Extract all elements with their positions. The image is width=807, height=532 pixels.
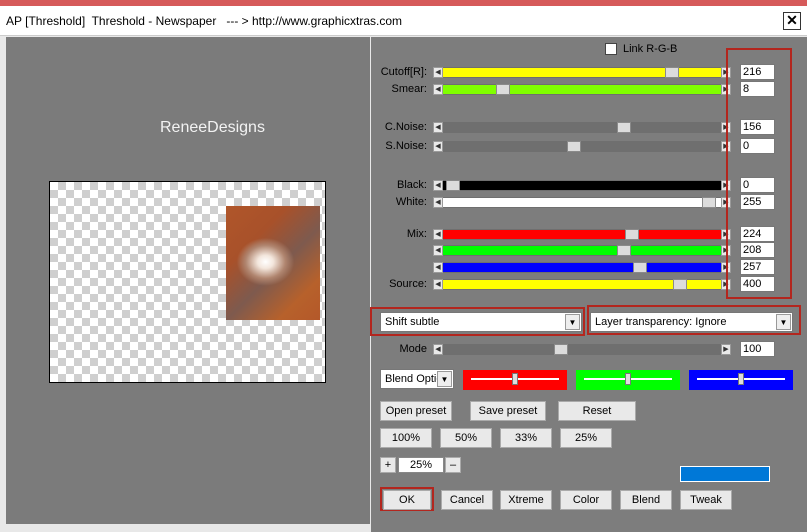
mode-label: Mode: [399, 343, 427, 355]
color-button[interactable]: Color: [560, 490, 612, 510]
preview-image: [226, 206, 320, 320]
slider-track: [443, 123, 721, 132]
mode-thumb[interactable]: [554, 344, 568, 355]
slider-thumb[interactable]: [617, 245, 631, 256]
slider-label-1: Smear:: [391, 83, 427, 95]
arrow-left-icon[interactable]: ◀: [433, 197, 443, 208]
slider-thumb[interactable]: [673, 279, 687, 290]
chevron-down-icon: ▼: [565, 314, 580, 330]
tweak-button[interactable]: Tweak: [680, 490, 732, 510]
rgb-slider-knob[interactable]: [512, 373, 518, 385]
brand-text: ReneeDesigns: [160, 119, 265, 136]
slider-track: [443, 198, 721, 207]
mode-select-value: Shift subtle: [385, 316, 440, 328]
slider-thumb[interactable]: [625, 229, 639, 240]
arrow-left-icon[interactable]: ◀: [433, 245, 443, 256]
save-preset-button[interactable]: Save preset: [470, 401, 546, 421]
slider-7[interactable]: ◀ ▶: [433, 245, 731, 256]
slider-0[interactable]: ◀ ▶: [433, 67, 731, 78]
slider-thumb[interactable]: [567, 141, 581, 152]
slider-label-9: Source:: [389, 278, 427, 290]
blend-select-value: Blend Optio: [385, 373, 443, 385]
link-rgb-checkbox[interactable]: [605, 43, 617, 55]
slider-6[interactable]: ◀ ▶: [433, 229, 731, 240]
slider-thumb[interactable]: [617, 122, 631, 133]
link-rgb-label: Link R-G-B: [623, 43, 678, 55]
slider-2[interactable]: ◀ ▶: [433, 122, 731, 133]
slider-track: [443, 246, 721, 255]
zoom-100-button[interactable]: 100%: [380, 428, 432, 448]
mode-select[interactable]: Shift subtle ▼: [380, 312, 582, 332]
open-preset-button[interactable]: Open preset: [380, 401, 452, 421]
arrow-left-icon[interactable]: ◀: [433, 141, 443, 152]
mode-value[interactable]: 100: [740, 341, 775, 357]
slider-label-5: White:: [395, 196, 427, 208]
reset-button[interactable]: Reset: [558, 401, 636, 421]
title-bar: AP [Threshold] Threshold - Newspaper ---…: [0, 6, 807, 36]
zoom-33-button[interactable]: 33%: [500, 428, 552, 448]
arrow-left-icon[interactable]: ◀: [433, 122, 443, 133]
rgb-slider-knob[interactable]: [738, 373, 744, 385]
zoom-out-button[interactable]: –: [445, 457, 461, 473]
slider-thumb[interactable]: [633, 262, 647, 273]
slider-label-2: C.Noise:: [384, 121, 427, 133]
slider-5[interactable]: ◀ ▶: [433, 197, 731, 208]
zoom-in-button[interactable]: +: [380, 457, 396, 473]
chevron-down-icon: ▼: [437, 371, 452, 387]
zoom-50-button[interactable]: 50%: [440, 428, 492, 448]
arrow-left-icon[interactable]: ◀: [433, 279, 443, 290]
blend-button[interactable]: Blend: [620, 490, 672, 510]
cancel-button[interactable]: Cancel: [441, 490, 493, 510]
values-highlight: [726, 48, 792, 299]
slider-track: [443, 142, 721, 151]
rgb-slider-1[interactable]: [576, 370, 680, 390]
arrow-left-icon[interactable]: ◀: [433, 180, 443, 191]
slider-8[interactable]: ◀ ▶: [433, 262, 731, 273]
arrow-left-icon[interactable]: ◀: [433, 262, 443, 273]
arrow-right-icon[interactable]: ▶: [721, 344, 731, 355]
window-title: AP [Threshold] Threshold - Newspaper ---…: [6, 14, 403, 28]
slider-thumb[interactable]: [702, 197, 716, 208]
close-icon: ✕: [786, 12, 798, 28]
slider-label-4: Black:: [397, 179, 427, 191]
arrow-left-icon[interactable]: ◀: [433, 67, 443, 78]
slider-track: [443, 85, 721, 94]
progress-bar: [680, 466, 770, 482]
arrow-left-icon[interactable]: ◀: [433, 84, 443, 95]
rgb-slider-knob[interactable]: [625, 373, 631, 385]
slider-track: [443, 230, 721, 239]
slider-4[interactable]: ◀ ▶: [433, 180, 731, 191]
blend-options-select[interactable]: Blend Optio ▼: [380, 369, 454, 389]
mode-slider[interactable]: ◀ ▶: [433, 344, 731, 355]
xtreme-button[interactable]: Xtreme: [500, 490, 552, 510]
arrow-left-icon[interactable]: ◀: [433, 344, 443, 355]
zoom-value: 25%: [398, 457, 444, 473]
zoom-25-button[interactable]: 25%: [560, 428, 612, 448]
rgb-slider-0[interactable]: [463, 370, 567, 390]
close-button[interactable]: ✕: [783, 12, 801, 30]
slider-label-0: Cutoff[R]:: [380, 66, 427, 78]
slider-3[interactable]: ◀ ▶: [433, 141, 731, 152]
slider-track: [443, 181, 721, 190]
rgb-slider-2[interactable]: [689, 370, 793, 390]
ok-button[interactable]: OK: [383, 490, 431, 510]
slider-track: [443, 263, 721, 272]
preview-canvas[interactable]: [49, 181, 326, 383]
slider-thumb[interactable]: [665, 67, 679, 78]
slider-track: [443, 68, 721, 77]
chevron-down-icon: ▼: [776, 314, 791, 330]
slider-thumb[interactable]: [446, 180, 460, 191]
slider-label-6: Mix:: [406, 228, 427, 240]
arrow-left-icon[interactable]: ◀: [433, 229, 443, 240]
slider-thumb[interactable]: [496, 84, 510, 95]
slider-1[interactable]: ◀ ▶: [433, 84, 731, 95]
layer-transparency-select[interactable]: Layer transparency: Ignore ▼: [590, 312, 793, 332]
mode-track: [443, 345, 721, 354]
slider-9[interactable]: ◀ ▶: [433, 279, 731, 290]
slider-label-3: S.Noise:: [385, 140, 427, 152]
layer-select-value: Layer transparency: Ignore: [595, 316, 727, 328]
